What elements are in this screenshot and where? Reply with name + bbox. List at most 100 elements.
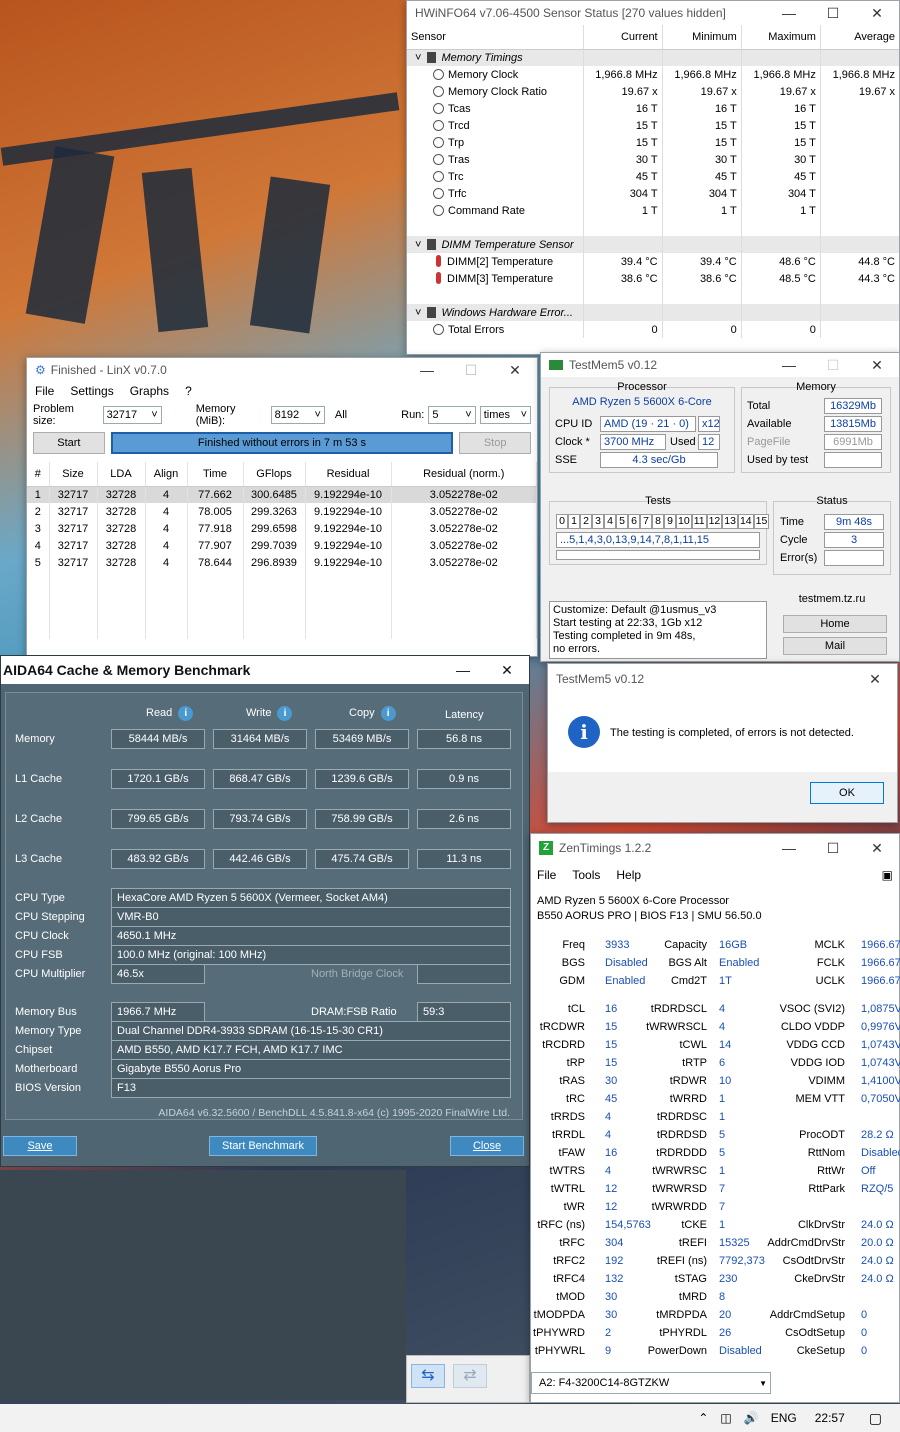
arrows-icon[interactable]: ⇆: [411, 1364, 445, 1388]
minimize-icon[interactable]: —: [767, 357, 811, 373]
column-header[interactable]: Sensor: [407, 25, 583, 50]
times-select[interactable]: times ˅: [479, 406, 531, 424]
column-header[interactable]: GFlops: [243, 462, 306, 487]
sensor-row[interactable]: Memory Clock Ratio 19.67 x 19.67 x 19.67 x1…: [407, 83, 899, 100]
close-icon[interactable]: ✕: [485, 662, 529, 679]
chevron-down-icon[interactable]: ˅: [415, 52, 421, 64]
sensor-row[interactable]: Memory Clock 1,966.8 MHz 1,966.8 MHz 1,966.…: [407, 66, 899, 83]
close-icon[interactable]: ✕: [855, 357, 899, 374]
hwinfo-titlebar[interactable]: HWiNFO64 v7.06-4500 Sensor Status [270 v…: [407, 1, 899, 25]
menu-file[interactable]: File: [537, 868, 556, 882]
run-select[interactable]: 5 ˅: [428, 406, 476, 424]
start-button[interactable]: Start: [33, 432, 105, 454]
clock[interactable]: 22:57: [815, 1411, 845, 1425]
notification-icon[interactable]: ▢: [869, 1410, 882, 1427]
sensor-value: 304 T: [582, 185, 663, 202]
menu-graphs[interactable]: Graphs: [130, 384, 169, 398]
table-row[interactable]: 4 32717 32728 4 77.907 299.7039 9.192294e-10 3.…: [27, 537, 537, 554]
sensor-group[interactable]: ˅ Memory Timings: [407, 49, 899, 66]
menu-tools[interactable]: Tools: [572, 868, 600, 882]
sensor-row[interactable]: Trfc 304 T 304 T 304 T: [407, 185, 899, 202]
maximize-icon[interactable]: ☐: [811, 357, 855, 374]
empty-cell: [145, 605, 188, 622]
sensor-group[interactable]: ˅ DIMM Temperature Sensor: [407, 236, 899, 253]
sensor-group[interactable]: ˅ Windows Hardware Error...: [407, 304, 899, 321]
table-row[interactable]: 5 32717 32728 4 78.644 296.8939 9.192294e-10 3.…: [27, 554, 537, 571]
camera-icon[interactable]: ▣: [882, 868, 893, 882]
minimize-icon[interactable]: —: [767, 5, 811, 21]
column-header[interactable]: Maximum: [740, 25, 821, 50]
timing-label: tRFC (ns): [537, 1219, 585, 1231]
sensor-row[interactable]: Trp 15 T 15 T 15 T: [407, 134, 899, 151]
sensor-row[interactable]: Tras 30 T 30 T 30 T: [407, 151, 899, 168]
maximize-icon[interactable]: ☐: [449, 362, 493, 379]
empty-cell: [305, 571, 392, 588]
stop-button[interactable]: Stop: [459, 432, 531, 454]
close-icon[interactable]: ✕: [855, 5, 899, 22]
column-header[interactable]: Current: [582, 25, 663, 50]
table-row[interactable]: 1 32717 32728 4 77.662 300.6485 9.192294e-10 3.…: [27, 486, 537, 503]
all-checkbox-label[interactable]: All: [335, 409, 347, 421]
sensor-row[interactable]: DIMM[3] Temperature 38.6 °C 38.6 °C 48.5 °C…: [407, 270, 899, 287]
chevron-down-icon[interactable]: ˅: [415, 307, 421, 319]
sensor-row[interactable]: Tcas 16 T 16 T 16 T: [407, 100, 899, 117]
info-icon[interactable]: i: [277, 706, 293, 721]
start-benchmark-button[interactable]: Start Benchmark: [209, 1136, 317, 1156]
sensor-row[interactable]: Command Rate 1 T1 T1 T: [407, 202, 899, 219]
column-header[interactable]: LDA: [97, 462, 146, 487]
module-select[interactable]: A2: F4-3200C14-8GTZKW ▼: [531, 1372, 771, 1394]
close-button[interactable]: Close: [450, 1136, 524, 1156]
maximize-icon[interactable]: ☐: [811, 840, 855, 857]
volume-icon[interactable]: 🔊: [744, 1411, 759, 1425]
aida-titlebar[interactable]: AIDA64 Cache & Memory Benchmark — ✕: [1, 656, 529, 684]
menu-help[interactable]: Help: [616, 868, 641, 882]
zentimings-titlebar[interactable]: Z ZenTimings 1.2.2 — ☐ ✕: [531, 834, 899, 862]
home-button[interactable]: Home: [783, 615, 887, 633]
column-header[interactable]: Residual: [305, 462, 392, 487]
column-header[interactable]: Average: [819, 25, 899, 50]
info-icon[interactable]: i: [178, 706, 194, 721]
table-cell: 77.918: [187, 520, 244, 537]
testmem-titlebar[interactable]: TestMem5 v0.12 — ☐ ✕: [541, 353, 899, 377]
empty-cell: [391, 571, 537, 588]
linx-titlebar[interactable]: ⚙ Finished - LinX v0.7.0 — ☐ ✕: [27, 358, 537, 382]
minimize-icon[interactable]: —: [405, 362, 449, 378]
sensor-row[interactable]: DIMM[2] Temperature 39.4 °C 39.4 °C 48.6 °C…: [407, 253, 899, 270]
column-header[interactable]: Time: [187, 462, 244, 487]
column-header[interactable]: #: [27, 462, 50, 487]
ok-button[interactable]: OK: [810, 782, 884, 804]
table-row[interactable]: 2 32717 32728 4 78.005 299.3263 9.192294e-10 3.…: [27, 503, 537, 520]
language-indicator[interactable]: ENG: [771, 1411, 797, 1425]
column-header[interactable]: Align: [145, 462, 188, 487]
clock-icon: [433, 119, 444, 131]
menu-help[interactable]: ?: [185, 384, 192, 398]
sensor-row[interactable]: Trc 45 T 45 T 45 T: [407, 168, 899, 185]
sensor-row[interactable]: Trcd 15 T 15 T 15 T: [407, 117, 899, 134]
minimize-icon[interactable]: —: [441, 662, 485, 678]
chevron-up-icon[interactable]: ⌃: [698, 1411, 708, 1425]
table-row[interactable]: 3 32717 32728 4 77.918 299.6598 9.192294e-10 3.…: [27, 520, 537, 537]
timing-label: VDIMM: [808, 1075, 845, 1087]
column-header[interactable]: Size: [49, 462, 98, 487]
mail-button[interactable]: Mail: [783, 637, 887, 655]
menu-settings[interactable]: Settings: [70, 384, 113, 398]
save-button[interactable]: Save: [3, 1136, 77, 1156]
problem-size-label: Problem size:: [33, 403, 74, 427]
menu-file[interactable]: File: [35, 384, 54, 398]
sensor-row[interactable]: Total Errors 0 0 0: [407, 321, 899, 338]
close-icon[interactable]: ✕: [855, 840, 899, 857]
empty-cell: [305, 605, 392, 622]
minimize-icon[interactable]: —: [767, 840, 811, 856]
column-header[interactable]: Residual (norm.): [391, 462, 537, 487]
memory-select[interactable]: 8192 ˅: [270, 406, 325, 424]
maximize-icon[interactable]: ☐: [811, 5, 855, 22]
info-icon[interactable]: i: [380, 706, 396, 721]
close-icon[interactable]: ✕: [493, 362, 537, 379]
close-icon[interactable]: ✕: [853, 671, 897, 688]
chevron-down-icon[interactable]: ˅: [415, 239, 421, 251]
problem-size-select[interactable]: 32717 ˅: [102, 406, 162, 424]
arrows-icon[interactable]: ⇄: [453, 1364, 487, 1388]
dialog-titlebar[interactable]: TestMem5 v0.12 ✕: [548, 664, 897, 694]
column-header[interactable]: Minimum: [661, 25, 742, 50]
network-icon[interactable]: ◫: [720, 1411, 731, 1425]
